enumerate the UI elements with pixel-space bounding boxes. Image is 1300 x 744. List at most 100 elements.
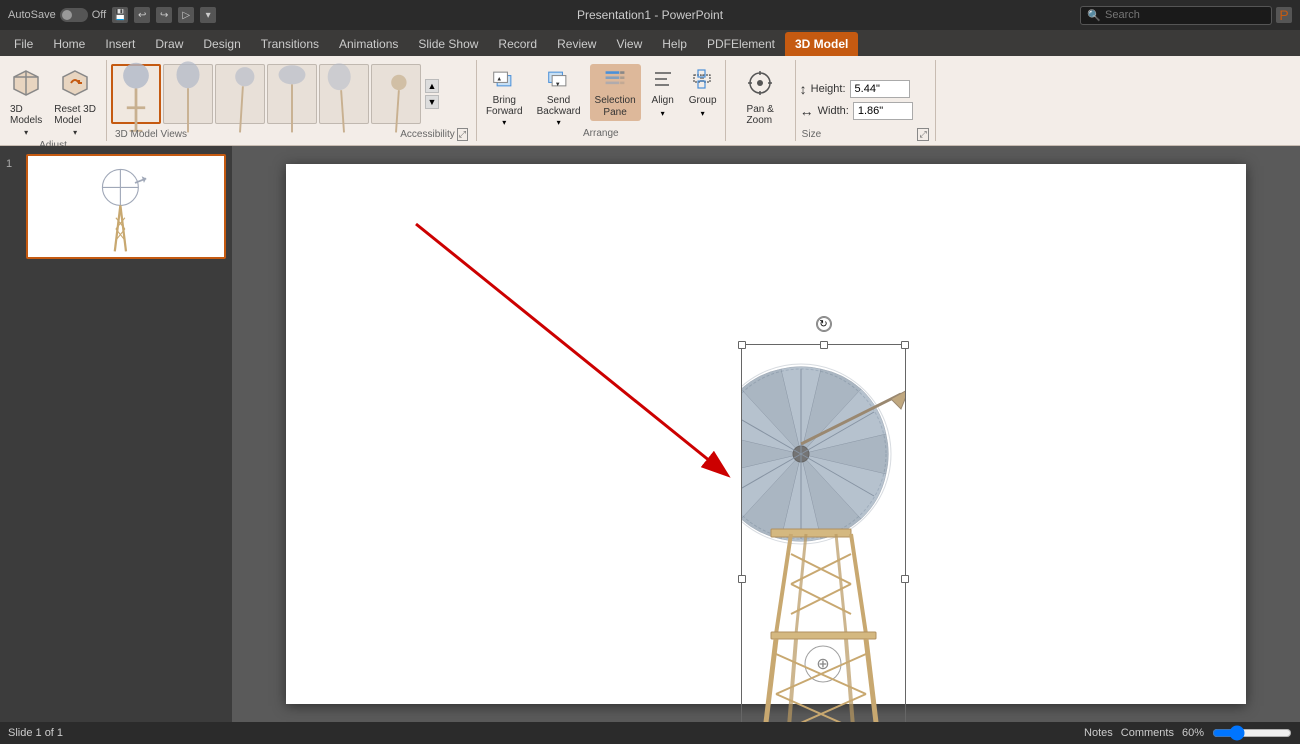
zoom-slider[interactable] (1212, 725, 1292, 741)
reset-3d-label: Reset 3DModel (54, 104, 96, 126)
align-button[interactable]: Align (645, 64, 681, 109)
search-input[interactable] (1105, 9, 1265, 21)
bring-forward-label: Bring (493, 95, 516, 106)
size-group: ↕ Height: ↔ Width: Size ⤢ (796, 60, 936, 141)
tab-draw[interactable]: Draw (145, 32, 193, 56)
tab-record[interactable]: Record (488, 32, 547, 56)
3d-models-button[interactable]: 3DModels ▾ (4, 64, 48, 140)
presentation-title: Presentation1 - PowerPoint (577, 8, 723, 22)
pan-zoom-label: Pan &Zoom (747, 104, 774, 126)
align-dropdown[interactable]: ▾ (661, 109, 665, 118)
selection-pane-icon (603, 67, 627, 94)
send-backward-icon: ▼ (547, 67, 571, 94)
group-group: Group ▾ (685, 64, 721, 118)
3d-models-arrow: ▾ (24, 128, 28, 137)
group-icon (691, 67, 715, 94)
scroll-down-arrow[interactable]: ▼ (425, 95, 439, 109)
width-input[interactable] (853, 102, 913, 120)
size-group-content: ↕ Height: ↔ Width: (800, 64, 931, 128)
scroll-up-arrow[interactable]: ▲ (425, 79, 439, 93)
model-view-2[interactable] (163, 64, 213, 124)
tab-3dmodel[interactable]: 3D Model (785, 32, 858, 56)
tab-pdfelement[interactable]: PDFElement (697, 32, 785, 56)
present-button[interactable]: ▷ (178, 7, 194, 23)
autosave-state: Off (92, 9, 106, 21)
app-title: Presentation1 - PowerPoint (577, 8, 723, 22)
search-box[interactable]: 🔍 (1080, 6, 1272, 25)
windmill-3d-model[interactable]: ↻ (741, 344, 906, 722)
group-dropdown[interactable]: ▾ (701, 109, 705, 118)
comments-button[interactable]: Comments (1121, 727, 1174, 739)
rotate-handle[interactable]: ↻ (816, 316, 832, 332)
tab-animations[interactable]: Animations (329, 32, 408, 56)
undo-button[interactable]: ↩ (134, 7, 150, 23)
group-button[interactable]: Group (685, 64, 721, 109)
slide-canvas[interactable]: ↻ (286, 164, 1246, 704)
model-views-group-label: 3D Model Views Accessibility ⤢ (111, 128, 472, 141)
autosave-toggle[interactable] (60, 8, 88, 22)
height-input[interactable] (850, 80, 910, 98)
arrange-group: ▲ Bring Forward ▾ (477, 60, 726, 141)
send-backward-button[interactable]: ▼ Send Backward (532, 64, 586, 120)
model-view-3[interactable] (215, 64, 265, 124)
canvas-area[interactable]: ↻ (232, 146, 1300, 722)
bring-forward-icon: ▲ (492, 67, 516, 94)
tab-home[interactable]: Home (43, 32, 95, 56)
main-area: 1 (0, 146, 1300, 722)
tab-help[interactable]: Help (652, 32, 697, 56)
tab-slideshow[interactable]: Slide Show (408, 32, 488, 56)
model-view-1[interactable] (111, 64, 161, 124)
expand-icon: ⤢ (457, 128, 468, 141)
bring-forward-button[interactable]: ▲ Bring Forward (481, 64, 528, 120)
status-bar: Slide 1 of 1 Notes Comments 60% (0, 722, 1300, 744)
send-backward-label: Send (547, 95, 570, 106)
accessibility-label: Accessibility (400, 129, 454, 140)
pan-zoom-button[interactable]: Pan &Zoom (738, 64, 782, 129)
adjust-group: 3DModels ▾ Reset 3DModel ▾ Adjust (0, 60, 107, 141)
arrange-group-label: Arrange (481, 128, 721, 141)
model-view-4[interactable] (267, 64, 317, 124)
model-view-6[interactable] (371, 64, 421, 124)
status-left: Slide 1 of 1 (8, 727, 63, 739)
slide-1-wrapper: 1 (6, 154, 226, 259)
ppt-icon: P (1276, 7, 1292, 23)
slide-thumbnail-1[interactable] (26, 154, 226, 259)
autosave-label: AutoSave (8, 9, 56, 21)
svg-text:▲: ▲ (497, 77, 503, 83)
svg-text:▼: ▼ (554, 82, 560, 88)
tab-view[interactable]: View (606, 32, 652, 56)
group-label: Group (689, 95, 717, 106)
title-bar-right: 🔍 P (1080, 6, 1292, 25)
adjust-group-content: 3DModels ▾ Reset 3DModel ▾ (4, 64, 102, 140)
tab-design[interactable]: Design (193, 32, 250, 56)
more-options-button[interactable]: ▾ (200, 7, 216, 23)
tab-file[interactable]: File (4, 32, 43, 56)
size-group-label: Size ⤢ (800, 128, 931, 141)
send-backward-label2: Backward (537, 106, 581, 117)
cube-icon (10, 67, 42, 102)
slide-number-1: 1 (6, 158, 20, 170)
toggle-knob (62, 10, 72, 20)
tab-insert[interactable]: Insert (95, 32, 145, 56)
notes-button[interactable]: Notes (1084, 727, 1113, 739)
title-bar: AutoSave Off 💾 ↩ ↪ ▷ ▾ Presentation1 - P… (0, 0, 1300, 30)
tab-transitions[interactable]: Transitions (251, 32, 329, 56)
selection-pane-button[interactable]: Selection Pane (590, 64, 641, 121)
height-icon: ↕ (800, 81, 807, 97)
redo-button[interactable]: ↪ (156, 7, 172, 23)
autosave-section: AutoSave Off (8, 8, 106, 22)
bring-forward-dropdown[interactable]: ▾ (502, 118, 506, 127)
tab-review[interactable]: Review (547, 32, 606, 56)
size-expand-icon[interactable]: ⤢ (917, 128, 928, 141)
send-backward-dropdown[interactable]: ▾ (557, 118, 561, 127)
height-label: Height: (811, 83, 846, 95)
pan-zoom-group: Pan &Zoom (726, 60, 796, 141)
align-group: Align ▾ (645, 64, 681, 118)
width-row: ↔ Width: (800, 102, 913, 120)
pan-zoom-group-label (730, 139, 791, 141)
align-icon (651, 67, 675, 94)
reset-3d-button[interactable]: Reset 3DModel ▾ (48, 64, 102, 140)
model-view-5[interactable] (319, 64, 369, 124)
save-button[interactable]: 💾 (112, 7, 128, 23)
bring-forward-label2: Forward (486, 106, 523, 117)
